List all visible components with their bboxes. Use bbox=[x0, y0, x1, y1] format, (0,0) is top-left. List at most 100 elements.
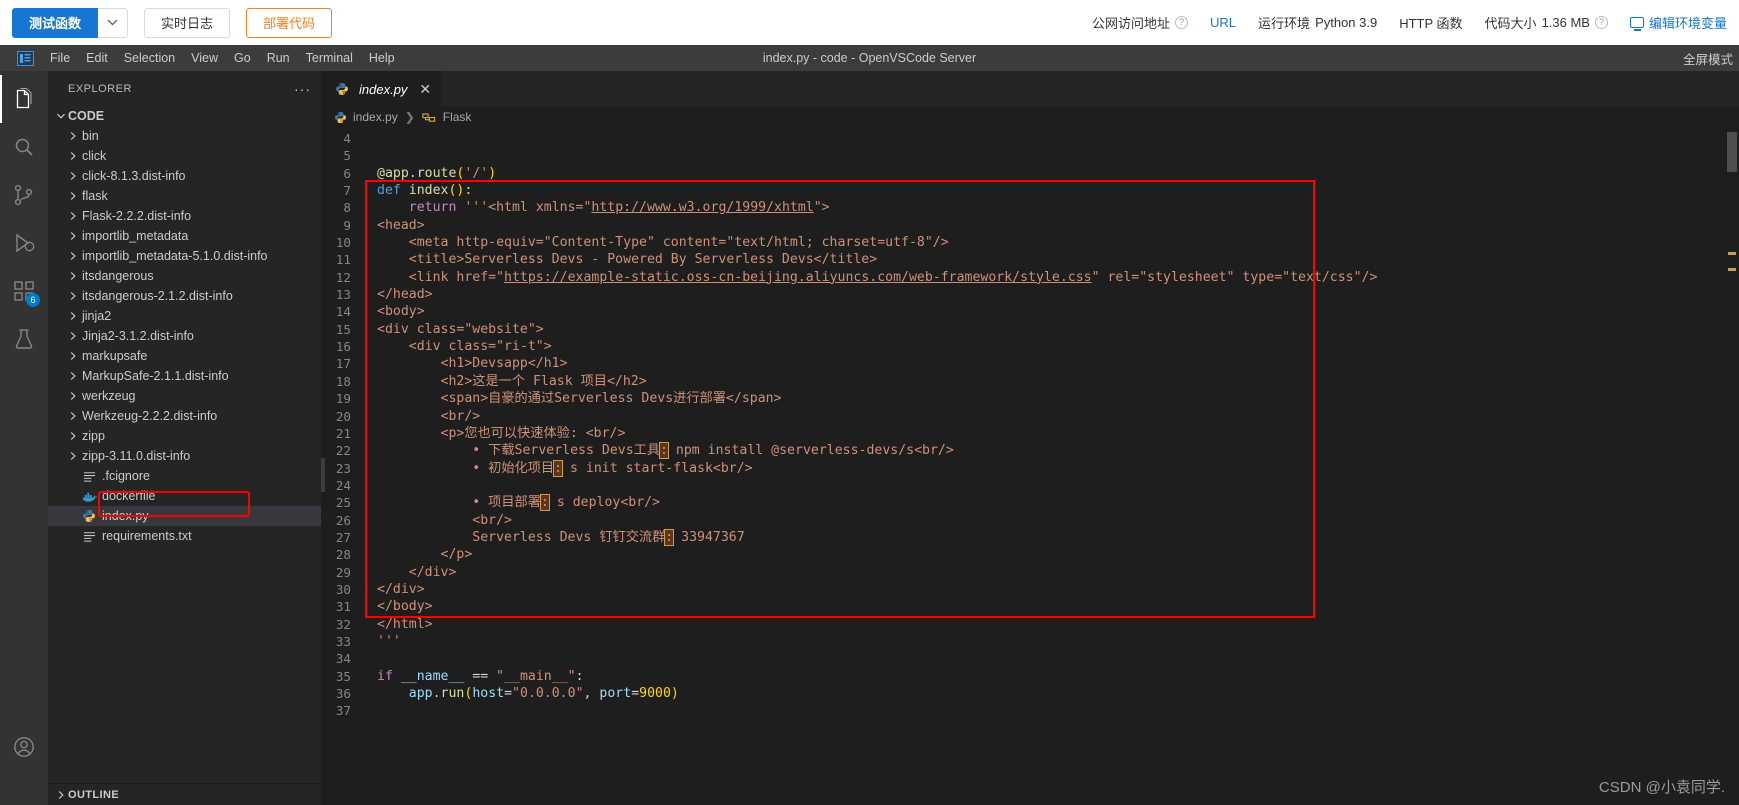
code-line[interactable]: 23 • 初始化项目: s init start-flask<br/> bbox=[321, 459, 1739, 477]
code-editor[interactable]: 4 5 6 @app.route('/') 7 def index(): 8 return … bbox=[321, 128, 1739, 805]
more-actions-icon[interactable]: ··· bbox=[294, 81, 311, 97]
tree-item-werkzeug[interactable]: werkzeug bbox=[48, 386, 321, 406]
tree-item-label: markupsafe bbox=[82, 349, 148, 363]
code-line[interactable]: 15 <div class="website"> bbox=[321, 321, 1739, 338]
code-line[interactable]: 8 return '''<html xmlns="http://www.w3.o… bbox=[321, 199, 1739, 216]
edit-env-link[interactable]: 编辑环境变量 bbox=[1649, 13, 1727, 32]
code-line[interactable]: 18 <h2>这是一个 Flask 项目</h2> bbox=[321, 373, 1739, 390]
code-line[interactable]: 32 </html> bbox=[321, 616, 1739, 633]
activity-explorer[interactable] bbox=[0, 75, 48, 123]
tree-item-bin[interactable]: bin bbox=[48, 126, 321, 146]
deploy-code-button[interactable]: 部署代码 bbox=[246, 7, 333, 38]
code-line[interactable]: 31 </body> bbox=[321, 598, 1739, 615]
activity-search[interactable] bbox=[0, 123, 48, 171]
menu-run[interactable]: Run bbox=[259, 49, 298, 67]
tree-item-label: MarkupSafe-2.1.1.dist-info bbox=[82, 369, 229, 383]
breadcrumb-file[interactable]: index.py bbox=[333, 110, 398, 124]
code-line[interactable]: 36 app.run(host="0.0.0.0", port=9000) bbox=[321, 685, 1739, 702]
activity-extensions[interactable]: 6 bbox=[0, 267, 48, 315]
test-function-button[interactable]: 测试函数 bbox=[12, 7, 99, 38]
menu-view[interactable]: View bbox=[183, 49, 226, 67]
code-line[interactable]: 9 <head> bbox=[321, 217, 1739, 234]
question-circle-icon[interactable]: ? bbox=[1594, 16, 1608, 29]
code-line[interactable]: 4 bbox=[321, 130, 1739, 147]
code-line[interactable]: 28 </p> bbox=[321, 546, 1739, 563]
code-line[interactable]: 5 bbox=[321, 147, 1739, 164]
code-line[interactable]: 7 def index(): bbox=[321, 182, 1739, 199]
code-line[interactable]: 11 <title>Serverless Devs - Powered By S… bbox=[321, 251, 1739, 268]
code-line[interactable]: 37 bbox=[321, 702, 1739, 719]
tree-item-flask[interactable]: flask bbox=[48, 186, 321, 206]
code-line[interactable]: 24 bbox=[321, 477, 1739, 494]
menu-selection[interactable]: Selection bbox=[116, 49, 183, 67]
code-line[interactable]: 14 <body> bbox=[321, 303, 1739, 320]
question-circle-icon[interactable]: ? bbox=[1175, 16, 1189, 29]
tree-item-requirements-txt[interactable]: requirements.txt bbox=[48, 526, 321, 546]
edit-env-item[interactable]: 编辑环境变量 bbox=[1629, 13, 1727, 32]
menu-go[interactable]: Go bbox=[226, 49, 259, 67]
close-icon[interactable]: ✕ bbox=[419, 81, 431, 98]
code-line[interactable]: 6 @app.route('/') bbox=[321, 165, 1739, 182]
tree-root-code[interactable]: CODE bbox=[48, 106, 321, 126]
code-line[interactable]: 35 if __name__ == "__main__": bbox=[321, 668, 1739, 685]
code-line[interactable]: 30 </div> bbox=[321, 581, 1739, 598]
editor-vertical-scrollbar[interactable] bbox=[1725, 128, 1739, 805]
realtime-log-button[interactable]: 实时日志 bbox=[144, 7, 231, 38]
tree-item-werkzeug-2-2-2-dist-info[interactable]: Werkzeug-2.2.2.dist-info bbox=[48, 406, 321, 426]
code-line[interactable]: 29 </div> bbox=[321, 564, 1739, 581]
tree-item-zipp-3-11-0-dist-info[interactable]: zipp-3.11.0.dist-info bbox=[48, 446, 321, 466]
breadcrumb-symbol[interactable]: Flask bbox=[422, 110, 471, 124]
menu-terminal[interactable]: Terminal bbox=[298, 49, 361, 67]
tree-item-jinja2[interactable]: jinja2 bbox=[48, 306, 321, 326]
menu-help[interactable]: Help bbox=[361, 49, 403, 67]
tree-item-itsdangerous-2-1-2-dist-info[interactable]: itsdangerous-2.1.2.dist-info bbox=[48, 286, 321, 306]
test-function-button-group[interactable]: 测试函数 bbox=[12, 7, 129, 38]
code-line[interactable]: 13 </head> bbox=[321, 286, 1739, 303]
activity-source-control[interactable] bbox=[0, 171, 48, 219]
tree-item-click-8-1-3-dist-info[interactable]: click-8.1.3.dist-info bbox=[48, 166, 321, 186]
extensions-badge: 6 bbox=[26, 293, 40, 307]
scrollbar-thumb[interactable] bbox=[1727, 132, 1737, 172]
tree-item-index-py[interactable]: index.py bbox=[48, 506, 321, 526]
code-line[interactable]: 20 <br/> bbox=[321, 408, 1739, 425]
chevron-right-icon bbox=[66, 451, 80, 461]
tree-item-jinja2-3-1-2-dist-info[interactable]: Jinja2-3.1.2.dist-info bbox=[48, 326, 321, 346]
code-line[interactable]: 10 <meta http-equiv="Content-Type" conte… bbox=[321, 234, 1739, 251]
activity-run-debug[interactable] bbox=[0, 219, 48, 267]
code-line[interactable]: 12 <link href="https://example-static.os… bbox=[321, 269, 1739, 286]
tab-index-py[interactable]: index.py ✕ bbox=[321, 71, 443, 106]
outline-section[interactable]: OUTLINE bbox=[48, 783, 321, 805]
activity-accounts[interactable] bbox=[0, 723, 48, 771]
tree-item-zipp[interactable]: zipp bbox=[48, 426, 321, 446]
code-line[interactable]: 17 <h1>Devsapp</h1> bbox=[321, 355, 1739, 372]
fullscreen-button[interactable]: 全屏模式 bbox=[1683, 49, 1739, 68]
line-number: 4 bbox=[343, 131, 351, 146]
url-link[interactable]: URL bbox=[1210, 15, 1236, 30]
line-number: 32 bbox=[335, 616, 351, 632]
url-link-item[interactable]: URL bbox=[1210, 15, 1236, 30]
code-line[interactable]: 21 <p>您也可以快速体验: <br/> bbox=[321, 425, 1739, 442]
tree-item--fcignore[interactable]: .fcignore bbox=[48, 466, 321, 486]
tree-item-dockerfile[interactable]: dockerfile bbox=[48, 486, 321, 506]
chevron-right-icon bbox=[54, 790, 68, 800]
tree-item-click[interactable]: click bbox=[48, 146, 321, 166]
code-line[interactable]: 22 • 下载Serverless Devs工具: npm install @s… bbox=[321, 442, 1739, 460]
code-lines[interactable]: 4 5 6 @app.route('/') 7 def index(): 8 return … bbox=[321, 128, 1739, 720]
code-line[interactable]: 34 bbox=[321, 650, 1739, 667]
code-line[interactable]: 16 <div class="ri-t"> bbox=[321, 338, 1739, 355]
code-line[interactable]: 25 • 项目部署: s deploy<br/> bbox=[321, 494, 1739, 512]
chevron-down-icon[interactable] bbox=[98, 7, 129, 38]
activity-testing[interactable] bbox=[0, 315, 48, 363]
tree-item-itsdangerous[interactable]: itsdangerous bbox=[48, 266, 321, 286]
tree-item-flask-2-2-2-dist-info[interactable]: Flask-2.2.2.dist-info bbox=[48, 206, 321, 226]
code-line[interactable]: 19 <span>自豪的通过Serverless Devs进行部署</span> bbox=[321, 390, 1739, 407]
tree-item-markupsafe-2-1-1-dist-info[interactable]: MarkupSafe-2.1.1.dist-info bbox=[48, 366, 321, 386]
tree-item-importlib-metadata-5-1-0-dist-info[interactable]: importlib_metadata-5.1.0.dist-info bbox=[48, 246, 321, 266]
tree-item-importlib-metadata[interactable]: importlib_metadata bbox=[48, 226, 321, 246]
code-line[interactable]: 33 ''' bbox=[321, 633, 1739, 650]
tree-item-markupsafe[interactable]: markupsafe bbox=[48, 346, 321, 366]
code-line[interactable]: 27 Serverless Devs 钉钉交流群: 33947367 bbox=[321, 528, 1739, 546]
menu-edit[interactable]: Edit bbox=[78, 49, 116, 67]
menu-file[interactable]: File bbox=[42, 49, 78, 67]
code-line[interactable]: 26 <br/> bbox=[321, 512, 1739, 529]
